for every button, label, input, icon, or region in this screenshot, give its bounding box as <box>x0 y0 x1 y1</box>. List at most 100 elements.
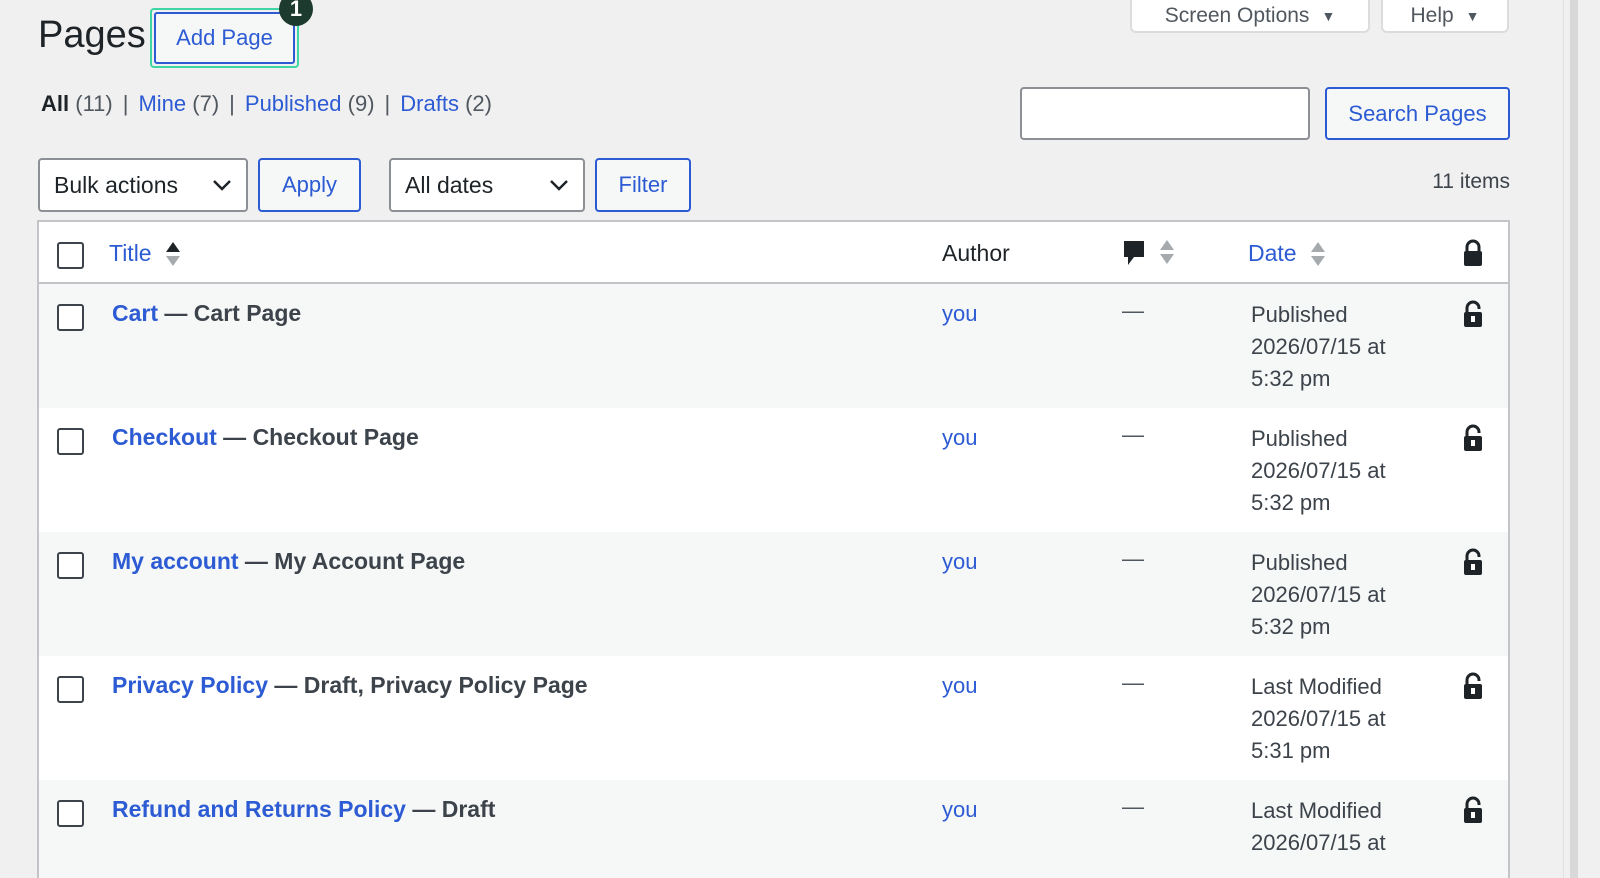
row-title-link[interactable]: Privacy Policy <box>112 672 268 698</box>
separator: | <box>384 91 391 116</box>
unlock-icon <box>1464 796 1482 823</box>
sort-icon <box>1310 241 1325 269</box>
bulk-actions-value: Bulk actions <box>54 171 179 198</box>
column-comments[interactable] <box>1122 238 1175 267</box>
row-title-link[interactable]: Checkout <box>112 424 217 450</box>
row-author[interactable]: you <box>942 673 977 699</box>
row-status: Published <box>1251 426 1348 451</box>
row-time: 5:32 pm <box>1251 490 1331 515</box>
vertical-scrollbar[interactable] <box>1563 0 1600 878</box>
row-checkbox[interactable] <box>57 304 84 331</box>
table-header: Title Author Date <box>39 222 1508 284</box>
row-checkbox[interactable] <box>57 552 84 579</box>
dates-select[interactable]: All dates <box>389 158 585 212</box>
row-state: — Checkout Page <box>216 424 419 450</box>
row-status: Published <box>1251 302 1348 327</box>
row-date-value: 2026/07/15 at <box>1251 706 1386 731</box>
row-date-value: 2026/07/15 at <box>1251 334 1386 359</box>
table-row: Privacy Policy — Draft, Privacy Policy P… <box>39 656 1508 780</box>
row-title: Privacy Policy — Draft, Privacy Policy P… <box>112 672 588 699</box>
table-row: Refund and Returns Policy — Draft you — … <box>39 780 1508 878</box>
chevron-down-icon <box>213 180 231 191</box>
help-button[interactable]: Help ▼ <box>1381 0 1509 33</box>
add-page-button[interactable]: Add Page <box>154 12 295 64</box>
row-status: Published <box>1251 550 1348 575</box>
column-title[interactable]: Title <box>109 240 180 269</box>
row-title-link[interactable]: My account <box>112 548 239 574</box>
row-state: — Draft <box>405 796 496 822</box>
row-date: Published 2026/07/15 at 5:32 pm <box>1251 423 1386 519</box>
filter-drafts-count: (2) <box>465 91 492 116</box>
separator: | <box>229 91 235 116</box>
row-state: — Cart Page <box>158 300 302 326</box>
screen-options-button[interactable]: Screen Options ▼ <box>1130 0 1370 33</box>
filter-mine-count: (7) <box>192 91 220 116</box>
row-author[interactable]: you <box>942 549 977 575</box>
filter-published-count: (9) <box>347 91 375 116</box>
row-comments: — <box>1122 670 1144 695</box>
status-filters: All (11) | Mine (7) | Published (9) | Drafts (… <box>41 91 492 117</box>
scrollbar-thumb[interactable] <box>1570 0 1578 878</box>
row-title: Refund and Returns Policy — Draft <box>112 796 495 823</box>
row-status: Last Modified <box>1251 674 1382 699</box>
search-pages-button[interactable]: Search Pages <box>1325 87 1510 140</box>
page-title: Pages <box>38 14 146 56</box>
add-page-highlight[interactable]: Add Page <box>150 8 299 68</box>
row-title-link[interactable]: Refund and Returns Policy <box>112 796 406 822</box>
row-date: Published 2026/07/15 at 5:32 pm <box>1251 299 1386 395</box>
triangle-down-icon: ▼ <box>1465 7 1480 24</box>
filter-drafts[interactable]: Drafts <box>400 91 459 116</box>
row-date: Published 2026/07/15 at 5:32 pm <box>1251 547 1386 643</box>
select-all-checkbox[interactable] <box>57 242 84 269</box>
triangle-down-icon: ▼ <box>1321 7 1336 24</box>
column-date[interactable]: Date <box>1248 240 1325 269</box>
help-label: Help <box>1410 3 1454 27</box>
row-status: Last Modified <box>1251 798 1382 823</box>
comment-bubble-icon <box>1124 240 1144 265</box>
apply-button[interactable]: Apply <box>258 158 361 212</box>
column-date-label: Date <box>1248 240 1297 266</box>
filter-all[interactable]: All <box>41 91 69 116</box>
row-checkbox[interactable] <box>57 676 84 703</box>
row-comments: — <box>1122 422 1144 447</box>
row-date: Last Modified 2026/07/15 at <box>1251 795 1386 859</box>
unlock-icon <box>1464 672 1482 699</box>
row-time: 5:31 pm <box>1251 738 1331 763</box>
column-title-label: Title <box>109 240 152 266</box>
row-comments: — <box>1122 298 1144 323</box>
row-checkbox[interactable] <box>57 800 84 827</box>
row-title: Checkout — Checkout Page <box>112 424 419 451</box>
row-date-value: 2026/07/15 at <box>1251 830 1386 855</box>
dates-value: All dates <box>405 171 494 198</box>
row-author[interactable]: you <box>942 797 977 823</box>
row-author[interactable]: you <box>942 425 977 451</box>
row-time: 5:32 pm <box>1251 366 1331 391</box>
unlock-icon <box>1464 424 1482 451</box>
row-title-link[interactable]: Cart <box>112 300 158 326</box>
table-row: Cart — Cart Page you — Published 2026/07/… <box>39 284 1508 408</box>
items-count: 11 items <box>1432 170 1510 193</box>
row-author[interactable]: you <box>942 301 977 327</box>
row-state: — My Account Page <box>238 548 466 574</box>
row-state: — Draft, Privacy Policy Page <box>268 672 588 698</box>
table-row: Checkout — Checkout Page you — Published… <box>39 408 1508 532</box>
search-input[interactable] <box>1020 87 1310 140</box>
row-date-value: 2026/07/15 at <box>1251 458 1386 483</box>
chevron-down-icon <box>550 180 568 191</box>
row-comments: — <box>1122 546 1144 571</box>
lock-icon <box>1464 239 1482 266</box>
unlock-icon <box>1464 548 1482 575</box>
unlock-icon <box>1464 300 1482 327</box>
filter-button[interactable]: Filter <box>595 158 691 212</box>
table-row: My account — My Account Page you — Publi… <box>39 532 1508 656</box>
sort-icon <box>1160 239 1175 267</box>
pages-table: Title Author Date Cart — Cart Page you —… <box>37 220 1510 878</box>
screen-options-label: Screen Options <box>1164 3 1310 27</box>
bulk-actions-select[interactable]: Bulk actions <box>38 158 248 212</box>
row-comments: — <box>1122 794 1144 819</box>
filter-mine[interactable]: Mine <box>138 91 186 116</box>
row-title: My account — My Account Page <box>112 548 465 575</box>
row-checkbox[interactable] <box>57 428 84 455</box>
row-title: Cart — Cart Page <box>112 300 301 327</box>
filter-published[interactable]: Published <box>245 91 342 116</box>
